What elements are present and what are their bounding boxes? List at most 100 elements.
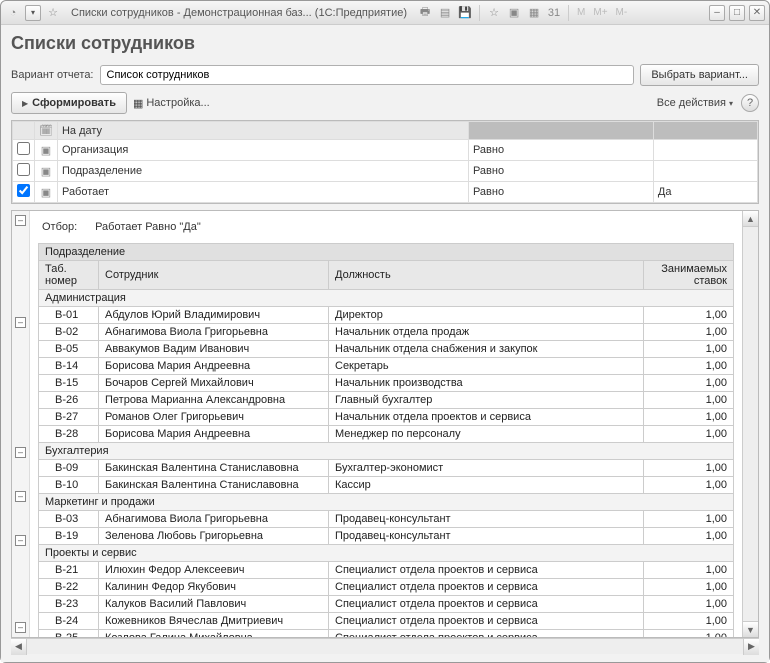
cell-rate: 1,00 <box>644 324 734 341</box>
table-row[interactable]: В-28Борисова Мария АндреевнаМенеджер по … <box>39 426 734 443</box>
preview-icon[interactable]: ▤ <box>437 5 453 21</box>
table-row[interactable]: В-05Аввакумов Вадим ИвановичНачальник от… <box>39 341 734 358</box>
table-row[interactable]: В-26Петрова Марианна АлександровнаГлавны… <box>39 392 734 409</box>
cell-rate: 1,00 <box>644 341 734 358</box>
filter-field[interactable]: Организация <box>57 140 468 161</box>
table-row[interactable]: В-21Илюхин Федор АлексеевичСпециалист от… <box>39 562 734 579</box>
form-button[interactable]: ▶ Сформировать <box>11 92 127 114</box>
dropdown-button[interactable]: ▾ <box>25 5 41 21</box>
cell-pos: Специалист отдела проектов и сервиса <box>329 596 644 613</box>
scroll-up-button[interactable]: ▲ <box>743 211 758 227</box>
clipboard-icon[interactable]: ▣ <box>506 5 522 21</box>
cell-rate: 1,00 <box>644 613 734 630</box>
table-row[interactable]: В-23Калуков Василий ПавловичСпециалист о… <box>39 596 734 613</box>
cell-tab: В-19 <box>39 528 99 545</box>
filter-value[interactable] <box>653 140 757 161</box>
collapse-toggle[interactable]: – <box>15 535 26 546</box>
cell-emp: Илюхин Федор Алексеевич <box>99 562 329 579</box>
filter-row: ▣ОрганизацияРавно <box>13 140 758 161</box>
cell-pos: Начальник отдела продаж <box>329 324 644 341</box>
filter-checkbox[interactable] <box>17 142 30 155</box>
horizontal-scrollbar[interactable]: ◀ ▶ <box>11 638 759 654</box>
table-row[interactable]: В-02Абнагимова Виола ГригорьевнаНачальни… <box>39 324 734 341</box>
cell-emp: Аввакумов Вадим Иванович <box>99 341 329 358</box>
variant-label: Вариант отчета: <box>11 69 94 81</box>
cell-emp: Петрова Марианна Александровна <box>99 392 329 409</box>
memory-mplus-button[interactable]: M+ <box>591 7 609 18</box>
group-row[interactable]: Маркетинг и продажи <box>39 494 734 511</box>
filter-value[interactable] <box>653 161 757 182</box>
memory-mminus-button[interactable]: M- <box>614 7 630 18</box>
table-row[interactable]: В-09Бакинская Валентина СтаниславовнаБух… <box>39 460 734 477</box>
filter-header-check <box>13 122 35 140</box>
window-title: Списки сотрудников - Демонстрационная ба… <box>65 7 413 19</box>
cell-tab: В-25 <box>39 630 99 638</box>
filter-summary: Отбор: Работает Равно "Да" <box>34 217 738 243</box>
star-icon[interactable]: ☆ <box>45 5 61 21</box>
calculator-icon[interactable]: ▦ <box>526 5 542 21</box>
calendar-icon[interactable]: 31 <box>546 5 562 21</box>
cell-emp: Бакинская Валентина Станиславовна <box>99 460 329 477</box>
cell-emp: Кожевников Вячеслав Дмитриевич <box>99 613 329 630</box>
vertical-scrollbar[interactable]: ▲ ▼ <box>742 211 758 637</box>
save-icon[interactable]: 💾 <box>457 5 473 21</box>
filter-condition[interactable]: Равно <box>468 182 653 203</box>
table-row[interactable]: В-03Абнагимова Виола ГригорьевнаПродавец… <box>39 511 734 528</box>
cell-tab: В-24 <box>39 613 99 630</box>
collapse-toggle[interactable]: – <box>15 215 26 226</box>
variant-input[interactable] <box>100 65 635 85</box>
filter-checkbox[interactable] <box>17 184 30 197</box>
table-row[interactable]: В-10Бакинская Валентина СтаниславовнаКас… <box>39 477 734 494</box>
cell-rate: 1,00 <box>644 596 734 613</box>
group-row[interactable]: Проекты и сервис <box>39 545 734 562</box>
divider <box>568 5 569 21</box>
cell-tab: В-14 <box>39 358 99 375</box>
collapse-toggle[interactable]: – <box>15 622 26 633</box>
maximize-button[interactable]: □ <box>729 5 745 21</box>
print-icon[interactable]: 🖶 <box>417 5 433 21</box>
all-actions-menu[interactable]: Все действия ▾ <box>657 97 733 109</box>
filter-condition[interactable]: Равно <box>468 140 653 161</box>
filter-field[interactable]: Работает <box>57 182 468 203</box>
settings-link[interactable]: ▦ Настройка... <box>133 97 210 110</box>
table-row[interactable]: В-22Калинин Федор ЯкубовичСпециалист отд… <box>39 579 734 596</box>
scroll-left-button[interactable]: ◀ <box>11 639 27 655</box>
table-row[interactable]: В-14Борисова Мария АндреевнаСекретарь1,0… <box>39 358 734 375</box>
favorite-icon[interactable]: ☆ <box>486 5 502 21</box>
cell-tab: В-05 <box>39 341 99 358</box>
cell-tab: В-23 <box>39 596 99 613</box>
close-button[interactable]: ✕ <box>749 5 765 21</box>
collapse-toggle[interactable]: – <box>15 317 26 328</box>
filter-checkbox[interactable] <box>17 163 30 176</box>
collapse-toggle[interactable]: – <box>15 491 26 502</box>
cell-tab: В-15 <box>39 375 99 392</box>
cell-rate: 1,00 <box>644 426 734 443</box>
table-row[interactable]: В-19Зеленова Любовь ГригорьевнаПродавец-… <box>39 528 734 545</box>
table-row[interactable]: В-01Абдулов Юрий ВладимировичДиректор1,0… <box>39 307 734 324</box>
scroll-track[interactable] <box>743 227 758 621</box>
minimize-button[interactable]: – <box>709 5 725 21</box>
group-row[interactable]: Бухгалтерия <box>39 443 734 460</box>
table-row[interactable]: В-24Кожевников Вячеслав ДмитриевичСпециа… <box>39 613 734 630</box>
filter-value[interactable]: Да <box>653 182 757 203</box>
scroll-right-button[interactable]: ▶ <box>743 639 759 655</box>
choose-variant-button[interactable]: Выбрать вариант... <box>640 64 759 86</box>
table-row[interactable]: В-27Романов Олег ГригорьевичНачальник от… <box>39 409 734 426</box>
memory-m-button[interactable]: M <box>575 7 587 18</box>
play-icon: ▶ <box>22 99 28 108</box>
cell-emp: Козлова Галина Михайловна <box>99 630 329 638</box>
table-row[interactable]: В-15Бочаров Сергей МихайловичНачальник п… <box>39 375 734 392</box>
scroll-down-button[interactable]: ▼ <box>743 621 758 637</box>
settings-icon: ▦ <box>133 97 143 110</box>
help-button[interactable]: ? <box>741 94 759 112</box>
cell-emp: Борисова Мария Андреевна <box>99 358 329 375</box>
cell-tab: В-10 <box>39 477 99 494</box>
filter-field[interactable]: Подразделение <box>57 161 468 182</box>
collapse-toggle[interactable]: – <box>15 447 26 458</box>
super-header: Подразделение <box>39 244 734 261</box>
group-row[interactable]: Администрация <box>39 290 734 307</box>
filter-header-value <box>653 122 757 140</box>
cell-rate: 1,00 <box>644 375 734 392</box>
filter-condition[interactable]: Равно <box>468 161 653 182</box>
table-row[interactable]: В-25Козлова Галина МихайловнаСпециалист … <box>39 630 734 638</box>
